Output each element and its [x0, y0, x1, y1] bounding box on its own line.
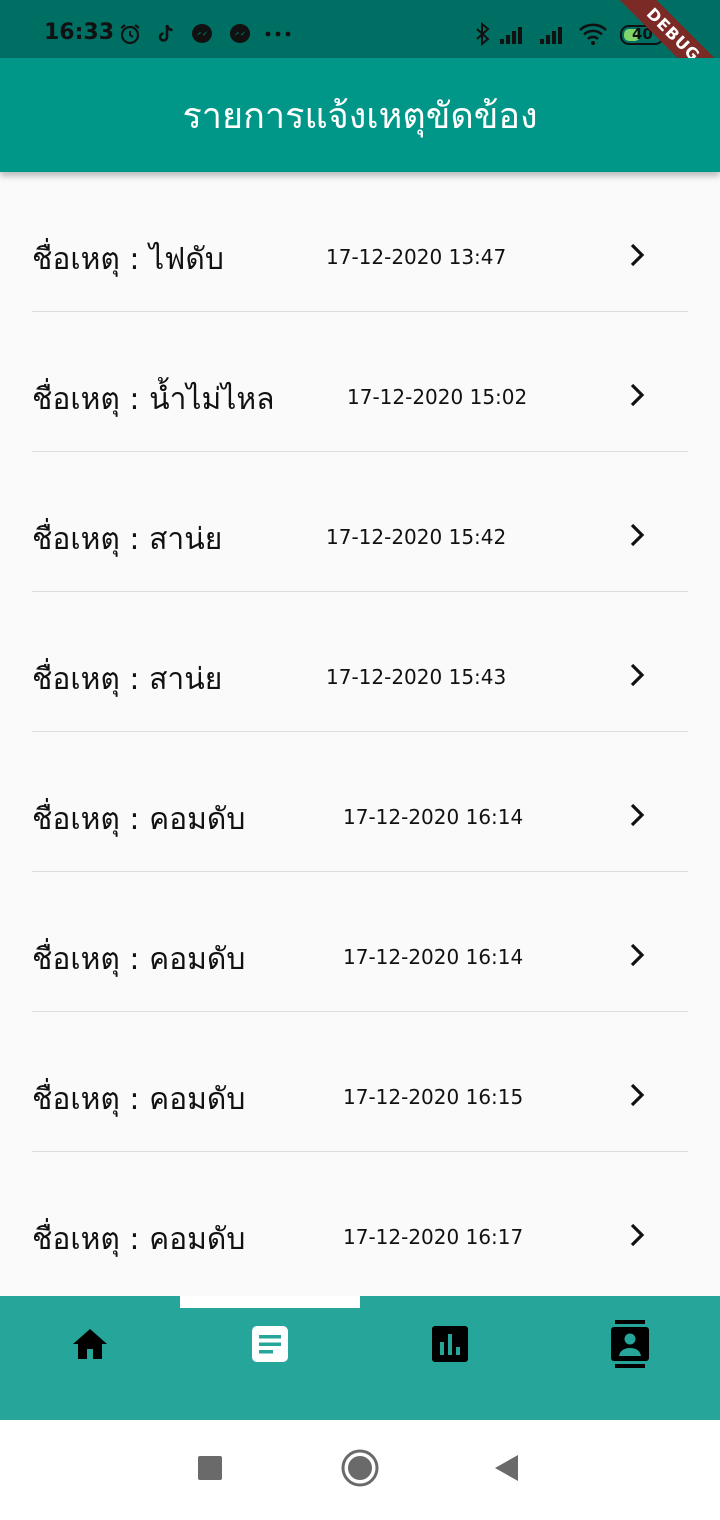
back-triangle-icon — [492, 1453, 520, 1487]
incident-date: 17-12-2020 16:17 — [343, 1225, 524, 1249]
chevron-right-icon — [626, 802, 648, 828]
bar-chart-icon — [430, 1324, 470, 1368]
chevron-right-icon — [626, 382, 648, 408]
chevron-right-icon — [626, 1082, 648, 1108]
recents-button[interactable] — [190, 1450, 230, 1490]
system-navigation-bar — [0, 1420, 720, 1520]
wifi-icon — [578, 22, 608, 50]
screen: 16:33 40 DEBUG รายการแจ้งเหตุขัดข้อง ชื่… — [0, 0, 720, 1520]
signal-icon — [538, 22, 568, 50]
nav-contacts[interactable] — [540, 1316, 720, 1376]
list-item[interactable]: ชื่อเหตุ : สาน่ย 17-12-2020 15:42 — [32, 452, 688, 592]
incident-title: ชื่อเหตุ : สาน่ย — [32, 662, 223, 697]
app-bar: รายการแจ้งเหตุขัดข้อง — [0, 58, 720, 172]
incident-title: ชื่อเหตุ : สาน่ย — [32, 522, 223, 557]
incident-date: 17-12-2020 15:02 — [347, 385, 528, 409]
list-item[interactable]: ชื่อเหตุ : ไฟดับ 17-12-2020 13:47 — [32, 172, 688, 312]
bottom-navigation — [0, 1296, 720, 1420]
incident-date: 17-12-2020 16:14 — [343, 805, 524, 829]
incident-title: ชื่อเหตุ : คอมดับ — [32, 1222, 246, 1257]
incident-title: ชื่อเหตุ : คอมดับ — [32, 802, 246, 837]
messenger-icon — [228, 22, 252, 50]
incident-title: ชื่อเหตุ : คอมดับ — [32, 1082, 246, 1117]
more-icon — [264, 22, 294, 50]
list-item[interactable]: ชื่อเหตุ : คอมดับ 17-12-2020 16:14 — [32, 872, 688, 1012]
incident-list: ชื่อเหตุ : ไฟดับ 17-12-2020 13:47 ชื่อเห… — [0, 172, 720, 1296]
nav-statistics[interactable] — [360, 1316, 540, 1376]
incident-date: 17-12-2020 15:42 — [326, 525, 507, 549]
page-title: รายการแจ้งเหตุขัดข้อง — [182, 95, 538, 137]
list-item[interactable]: ชื่อเหตุ : สาน่ย 17-12-2020 15:43 — [32, 592, 688, 732]
chevron-right-icon — [626, 1222, 648, 1248]
nav-reports[interactable] — [180, 1316, 360, 1376]
list-item[interactable]: ชื่อเหตุ : คอมดับ 17-12-2020 16:15 — [32, 1012, 688, 1152]
chevron-right-icon — [626, 662, 648, 688]
incident-date: 17-12-2020 16:15 — [343, 1085, 524, 1109]
signal-icon — [498, 22, 528, 50]
circle-icon — [340, 1448, 380, 1492]
home-icon — [70, 1324, 110, 1368]
status-time: 16:33 — [44, 20, 115, 45]
incident-title: ชื่อเหตุ : ไฟดับ — [32, 242, 224, 277]
contacts-icon — [609, 1319, 651, 1373]
chevron-right-icon — [626, 242, 648, 268]
status-bar: 16:33 40 DEBUG — [0, 0, 720, 112]
incident-date: 17-12-2020 13:47 — [326, 245, 507, 269]
messenger-icon — [190, 22, 214, 50]
incident-title: ชื่อเหตุ : น้ำไม่ไหล — [32, 382, 275, 417]
incident-date: 17-12-2020 15:43 — [326, 665, 507, 689]
list-item[interactable]: ชื่อเหตุ : คอมดับ 17-12-2020 16:14 — [32, 732, 688, 872]
back-button[interactable] — [486, 1450, 526, 1490]
list-item[interactable]: ชื่อเหตุ : น้ำไม่ไหล 17-12-2020 15:02 — [32, 312, 688, 452]
tiktok-icon — [154, 22, 178, 50]
incident-title: ชื่อเหตุ : คอมดับ — [32, 942, 246, 977]
alarm-icon — [118, 22, 142, 50]
nav-home[interactable] — [0, 1316, 180, 1376]
article-icon — [250, 1324, 290, 1368]
chevron-right-icon — [626, 522, 648, 548]
bluetooth-icon — [474, 21, 492, 50]
chevron-right-icon — [626, 942, 648, 968]
home-button[interactable] — [340, 1448, 380, 1492]
square-icon — [197, 1455, 223, 1485]
incident-date: 17-12-2020 16:14 — [343, 945, 524, 969]
selected-tab-indicator — [180, 1296, 360, 1308]
list-item[interactable]: ชื่อเหตุ : คอมดับ 17-12-2020 16:17 — [32, 1152, 688, 1292]
